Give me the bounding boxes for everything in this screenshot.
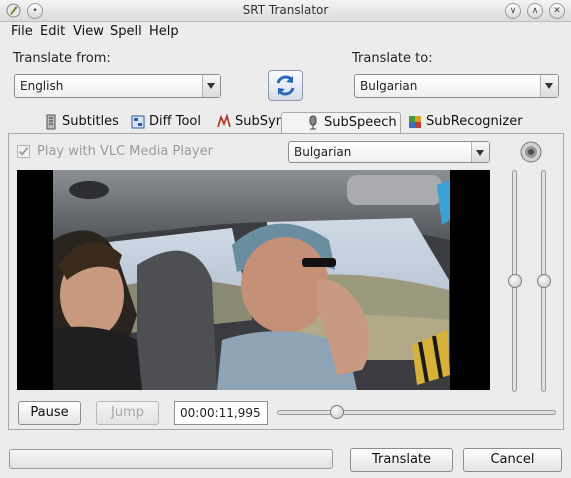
- tab-label: SubSpeech: [324, 115, 397, 130]
- tab-label: SubRecognizer: [426, 114, 523, 129]
- chevron-down-icon: [471, 142, 489, 162]
- menu-file[interactable]: File: [11, 24, 33, 39]
- volume-slider-right-handle[interactable]: [537, 274, 551, 288]
- tab-subtitles[interactable]: Subtitles: [44, 112, 124, 134]
- chevron-down-icon: [202, 75, 220, 97]
- subtitles-icon: [46, 114, 56, 130]
- speech-language-value: Bulgarian: [294, 145, 352, 159]
- video-player[interactable]: [17, 170, 490, 390]
- menu-edit[interactable]: Edit: [40, 24, 65, 39]
- speech-language-select[interactable]: Bulgarian: [288, 141, 490, 163]
- play-vlc-label: Play with VLC Media Player: [37, 144, 213, 159]
- volume-slider-left-handle[interactable]: [508, 274, 522, 288]
- menu-spell[interactable]: Spell: [110, 24, 142, 39]
- close-button[interactable]: ✕: [549, 3, 565, 19]
- menu-help[interactable]: Help: [149, 24, 179, 39]
- minimize-button[interactable]: ∨: [505, 3, 521, 19]
- seek-slider-handle[interactable]: [330, 405, 344, 419]
- progress-bar: [9, 449, 333, 469]
- pause-button[interactable]: Pause: [18, 401, 81, 425]
- microphone-icon: [309, 115, 317, 130]
- video-frame: [17, 170, 490, 390]
- jump-button[interactable]: Jump: [96, 401, 159, 425]
- translate-from-value: English: [20, 79, 64, 93]
- tab-label: Subtitles: [62, 114, 119, 129]
- translate-from-label: Translate from:: [13, 51, 111, 66]
- tab-subrecognizer[interactable]: SubRecognizer: [408, 112, 532, 134]
- translate-to-label: Translate to:: [352, 51, 433, 66]
- menu-view[interactable]: View: [73, 24, 104, 39]
- tab-label: Diff Tool: [149, 114, 201, 129]
- diff-tool-icon: [131, 115, 145, 129]
- chevron-down-icon: [540, 75, 558, 97]
- tab-subsync[interactable]: SubSync: [217, 112, 291, 134]
- cancel-button[interactable]: Cancel: [463, 448, 562, 472]
- seek-slider[interactable]: [277, 410, 556, 415]
- translate-button[interactable]: Translate: [350, 448, 453, 472]
- swap-arrows-icon: [276, 75, 295, 96]
- translate-to-select[interactable]: Bulgarian: [354, 74, 559, 98]
- tab-subspeech[interactable]: SubSpeech: [281, 112, 401, 134]
- window-title: SRT Translator: [242, 3, 329, 17]
- subsync-icon: [217, 114, 231, 128]
- translate-from-select[interactable]: English: [14, 74, 221, 98]
- maximize-button[interactable]: ∧: [527, 3, 543, 19]
- translate-to-value: Bulgarian: [360, 79, 418, 93]
- swap-languages-button[interactable]: [268, 70, 303, 101]
- play-vlc-checkbox[interactable]: [17, 145, 30, 158]
- speaker-icon[interactable]: [520, 141, 542, 163]
- time-field[interactable]: 00:00:11,995: [174, 401, 268, 425]
- checkmark-icon: [18, 146, 29, 156]
- subrecognizer-icon: [409, 116, 421, 128]
- tab-diff-tool[interactable]: Diff Tool: [131, 112, 209, 134]
